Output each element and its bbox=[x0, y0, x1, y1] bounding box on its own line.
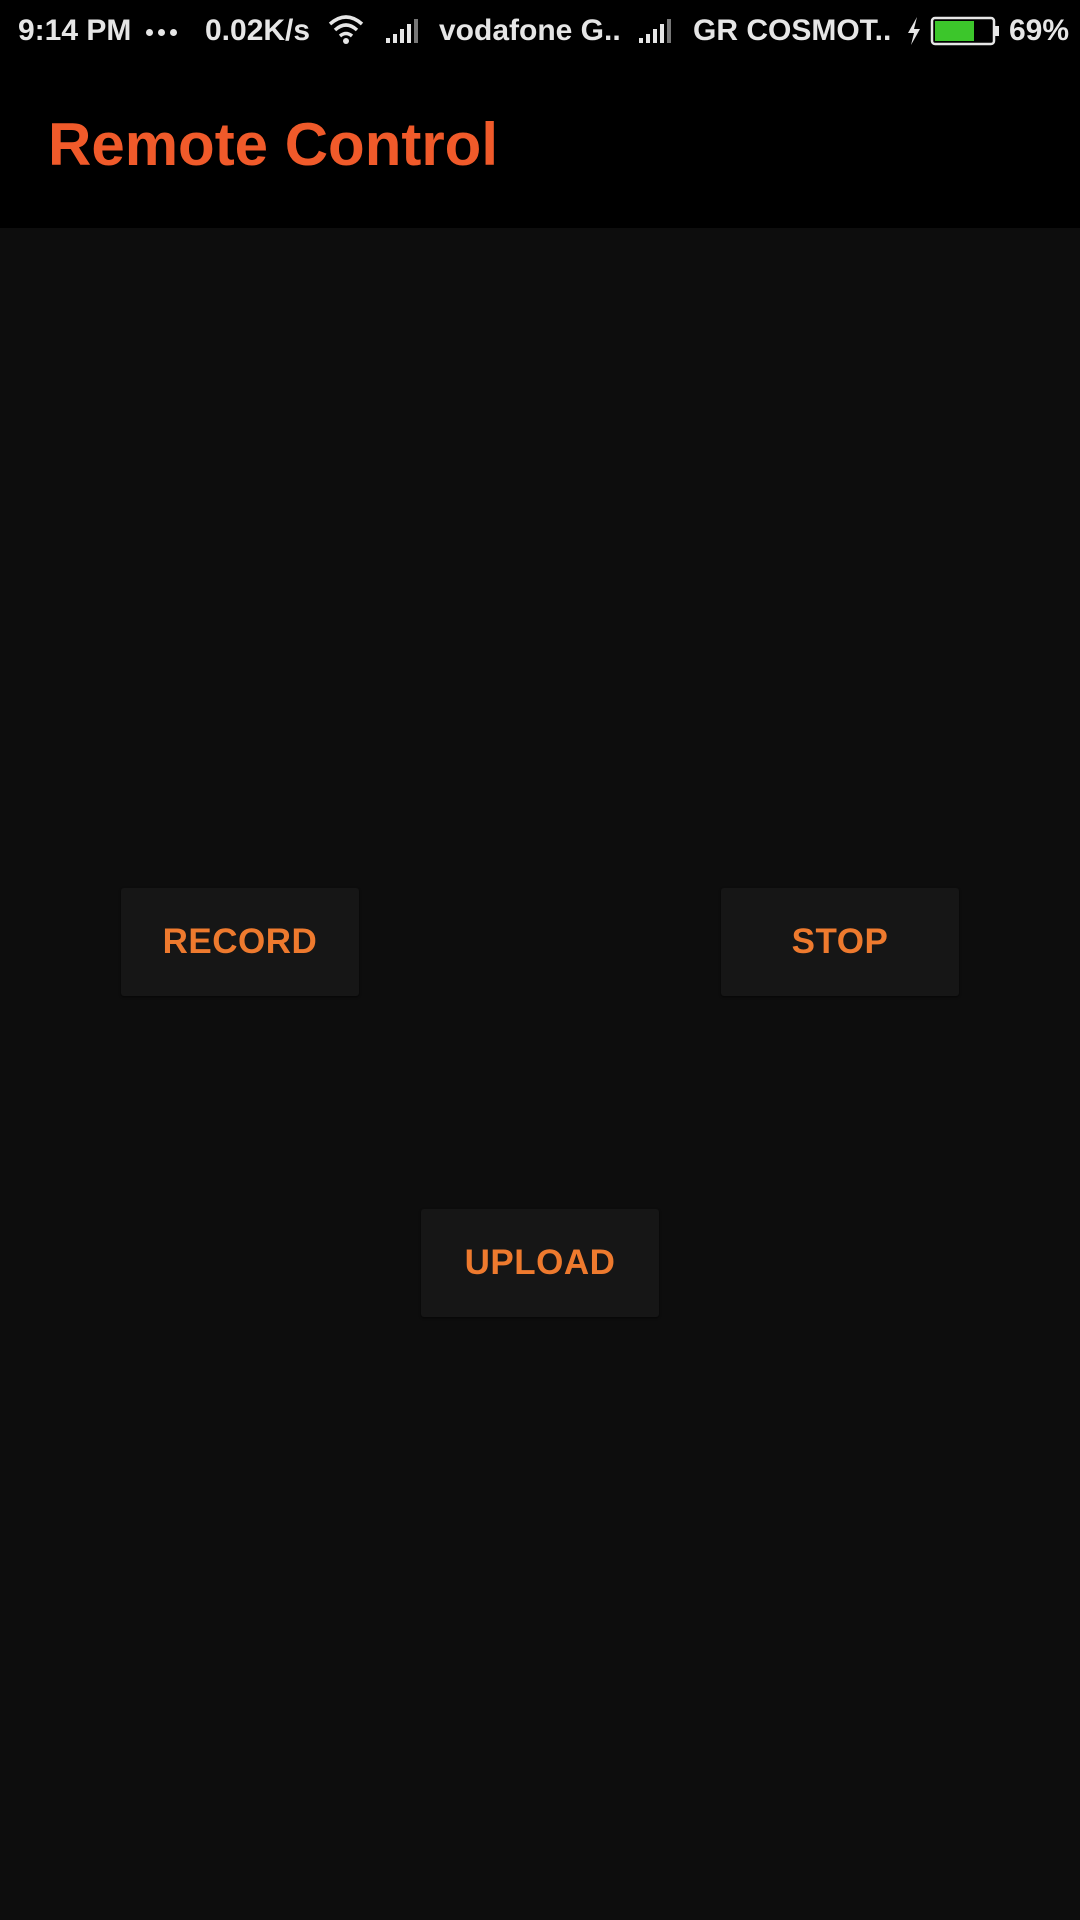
battery-percent: 69% bbox=[1009, 14, 1070, 47]
status-time: 9:14 PM bbox=[18, 14, 132, 47]
wifi-icon bbox=[326, 0, 366, 62]
cell-signal-icon-2 bbox=[637, 0, 675, 62]
more-notifications-icon bbox=[146, 0, 182, 62]
network-speed: 0.02K/s bbox=[205, 14, 311, 47]
charging-bolt-icon bbox=[904, 0, 924, 62]
battery-icon bbox=[930, 0, 1000, 62]
carrier-2-name: GR COSMOT.. bbox=[693, 14, 892, 47]
page-title: Remote Control bbox=[48, 111, 498, 178]
battery-level-fill bbox=[935, 21, 974, 41]
cell-signal-icon bbox=[384, 0, 422, 62]
record-button[interactable]: RECORD bbox=[121, 888, 359, 996]
status-bar: 9:14 PM 0.02K/s vodafone G.. GR COSMOT.. bbox=[0, 0, 1080, 62]
main-content: RECORD STOP UPLOAD bbox=[0, 228, 1080, 1920]
carrier-1-name: vodafone G.. bbox=[439, 14, 621, 47]
app-bar: Remote Control bbox=[0, 62, 1080, 228]
upload-button[interactable]: UPLOAD bbox=[421, 1209, 659, 1317]
stop-button[interactable]: STOP bbox=[721, 888, 959, 996]
